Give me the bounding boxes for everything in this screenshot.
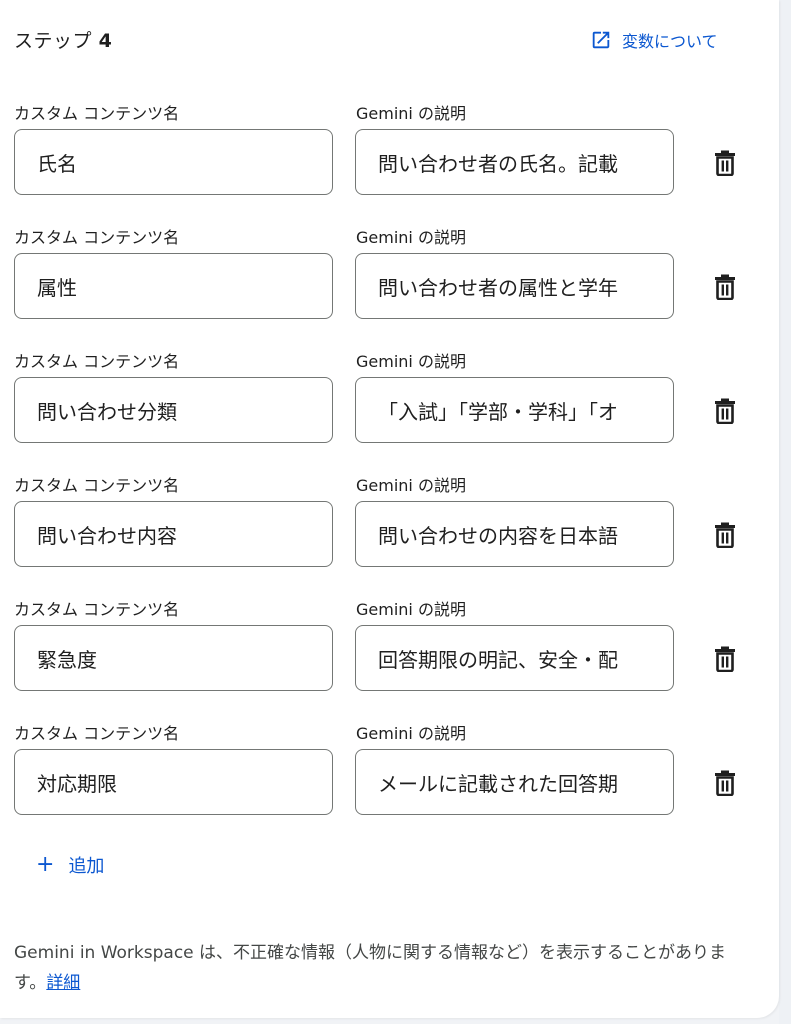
content-row: カスタム コンテンツ名 Gemini の説明 対応期限 メールに記載された回答期	[0, 720, 779, 844]
add-button-label: 追加	[68, 856, 105, 877]
custom-content-name-value: 問い合わせ分類	[37, 399, 177, 424]
gemini-description-field[interactable]: 問い合わせの内容を日本語	[355, 501, 674, 567]
custom-content-name-label: カスタム コンテンツ名	[14, 600, 180, 619]
custom-content-name-field[interactable]: 問い合わせ分類	[14, 377, 333, 443]
custom-content-name-field[interactable]: 属性	[14, 253, 333, 319]
delete-icon[interactable]	[713, 646, 737, 672]
add-button[interactable]: + 追加	[36, 852, 104, 878]
custom-content-name-value: 対応期限	[37, 771, 117, 796]
step-label: ステップ	[14, 30, 93, 52]
gemini-description-field[interactable]: 「入試」「学部・学科」「オ	[355, 377, 674, 443]
delete-icon[interactable]	[713, 398, 737, 424]
custom-content-name-field[interactable]: 氏名	[14, 129, 333, 195]
variables-help-link[interactable]: 変数について	[590, 28, 718, 52]
gemini-description-label: Gemini の説明	[356, 724, 466, 743]
gemini-description-value: 問い合わせ者の属性と学年	[378, 275, 618, 300]
content-row: カスタム コンテンツ名 Gemini の説明 緊急度 回答期限の明記、安全・配	[0, 596, 779, 720]
gemini-description-field[interactable]: 問い合わせ者の氏名。記載	[355, 129, 674, 195]
custom-content-name-label: カスタム コンテンツ名	[14, 724, 180, 743]
delete-icon[interactable]	[713, 522, 737, 548]
custom-content-name-field[interactable]: 緊急度	[14, 625, 333, 691]
custom-content-name-label: カスタム コンテンツ名	[14, 476, 180, 495]
content-row: カスタム コンテンツ名 Gemini の説明 問い合わせ内容 問い合わせの内容を…	[0, 472, 779, 596]
gemini-description-label: Gemini の説明	[356, 600, 466, 619]
content-row: カスタム コンテンツ名 Gemini の説明 問い合わせ分類 「入試」「学部・学…	[0, 348, 779, 472]
custom-content-name-field[interactable]: 対応期限	[14, 749, 333, 815]
gemini-description-label: Gemini の説明	[356, 352, 466, 371]
content-row: カスタム コンテンツ名 Gemini の説明 属性 問い合わせ者の属性と学年	[0, 224, 779, 348]
open-in-new-icon	[592, 31, 610, 49]
custom-content-name-label: カスタム コンテンツ名	[14, 104, 180, 123]
step-panel: ステップ 4 変数について カスタム コンテンツ名 Gemini の説明 氏名 …	[0, 0, 779, 1018]
gemini-description-label: Gemini の説明	[356, 476, 466, 495]
delete-icon[interactable]	[713, 770, 737, 796]
variables-help-label: 変数について	[622, 32, 718, 51]
custom-content-name-value: 緊急度	[37, 647, 97, 672]
custom-content-name-label: カスタム コンテンツ名	[14, 352, 180, 371]
plus-icon: +	[36, 852, 55, 877]
custom-content-name-value: 問い合わせ内容	[37, 523, 177, 548]
gemini-description-field[interactable]: メールに記載された回答期	[355, 749, 674, 815]
step-number: 4	[98, 30, 113, 52]
disclaimer-text: Gemini in Workspace は、不正確な情報（人物に関する情報など）…	[14, 943, 727, 993]
gemini-description-label: Gemini の説明	[356, 104, 466, 123]
custom-content-name-value: 属性	[37, 275, 77, 300]
gemini-description-value: メールに記載された回答期	[378, 771, 618, 796]
learn-more-link[interactable]: 詳細	[46, 973, 80, 993]
gemini-description-value: 「入試」「学部・学科」「オ	[378, 399, 618, 424]
gemini-description-field[interactable]: 問い合わせ者の属性と学年	[355, 253, 674, 319]
delete-icon[interactable]	[713, 150, 737, 176]
gemini-description-label: Gemini の説明	[356, 228, 466, 247]
content-row: カスタム コンテンツ名 Gemini の説明 氏名 問い合わせ者の氏名。記載	[0, 100, 779, 224]
gemini-description-value: 問い合わせの内容を日本語	[378, 523, 618, 548]
custom-content-name-label: カスタム コンテンツ名	[14, 228, 180, 247]
gemini-description-field[interactable]: 回答期限の明記、安全・配	[355, 625, 674, 691]
step-title: ステップ 4	[14, 26, 112, 53]
gemini-description-value: 問い合わせ者の氏名。記載	[378, 151, 618, 176]
page-gutter	[779, 0, 791, 1024]
disclaimer: Gemini in Workspace は、不正確な情報（人物に関する情報など）…	[14, 938, 754, 998]
custom-content-name-field[interactable]: 問い合わせ内容	[14, 501, 333, 567]
delete-icon[interactable]	[713, 274, 737, 300]
custom-content-name-value: 氏名	[37, 151, 77, 176]
gemini-description-value: 回答期限の明記、安全・配	[378, 647, 618, 672]
